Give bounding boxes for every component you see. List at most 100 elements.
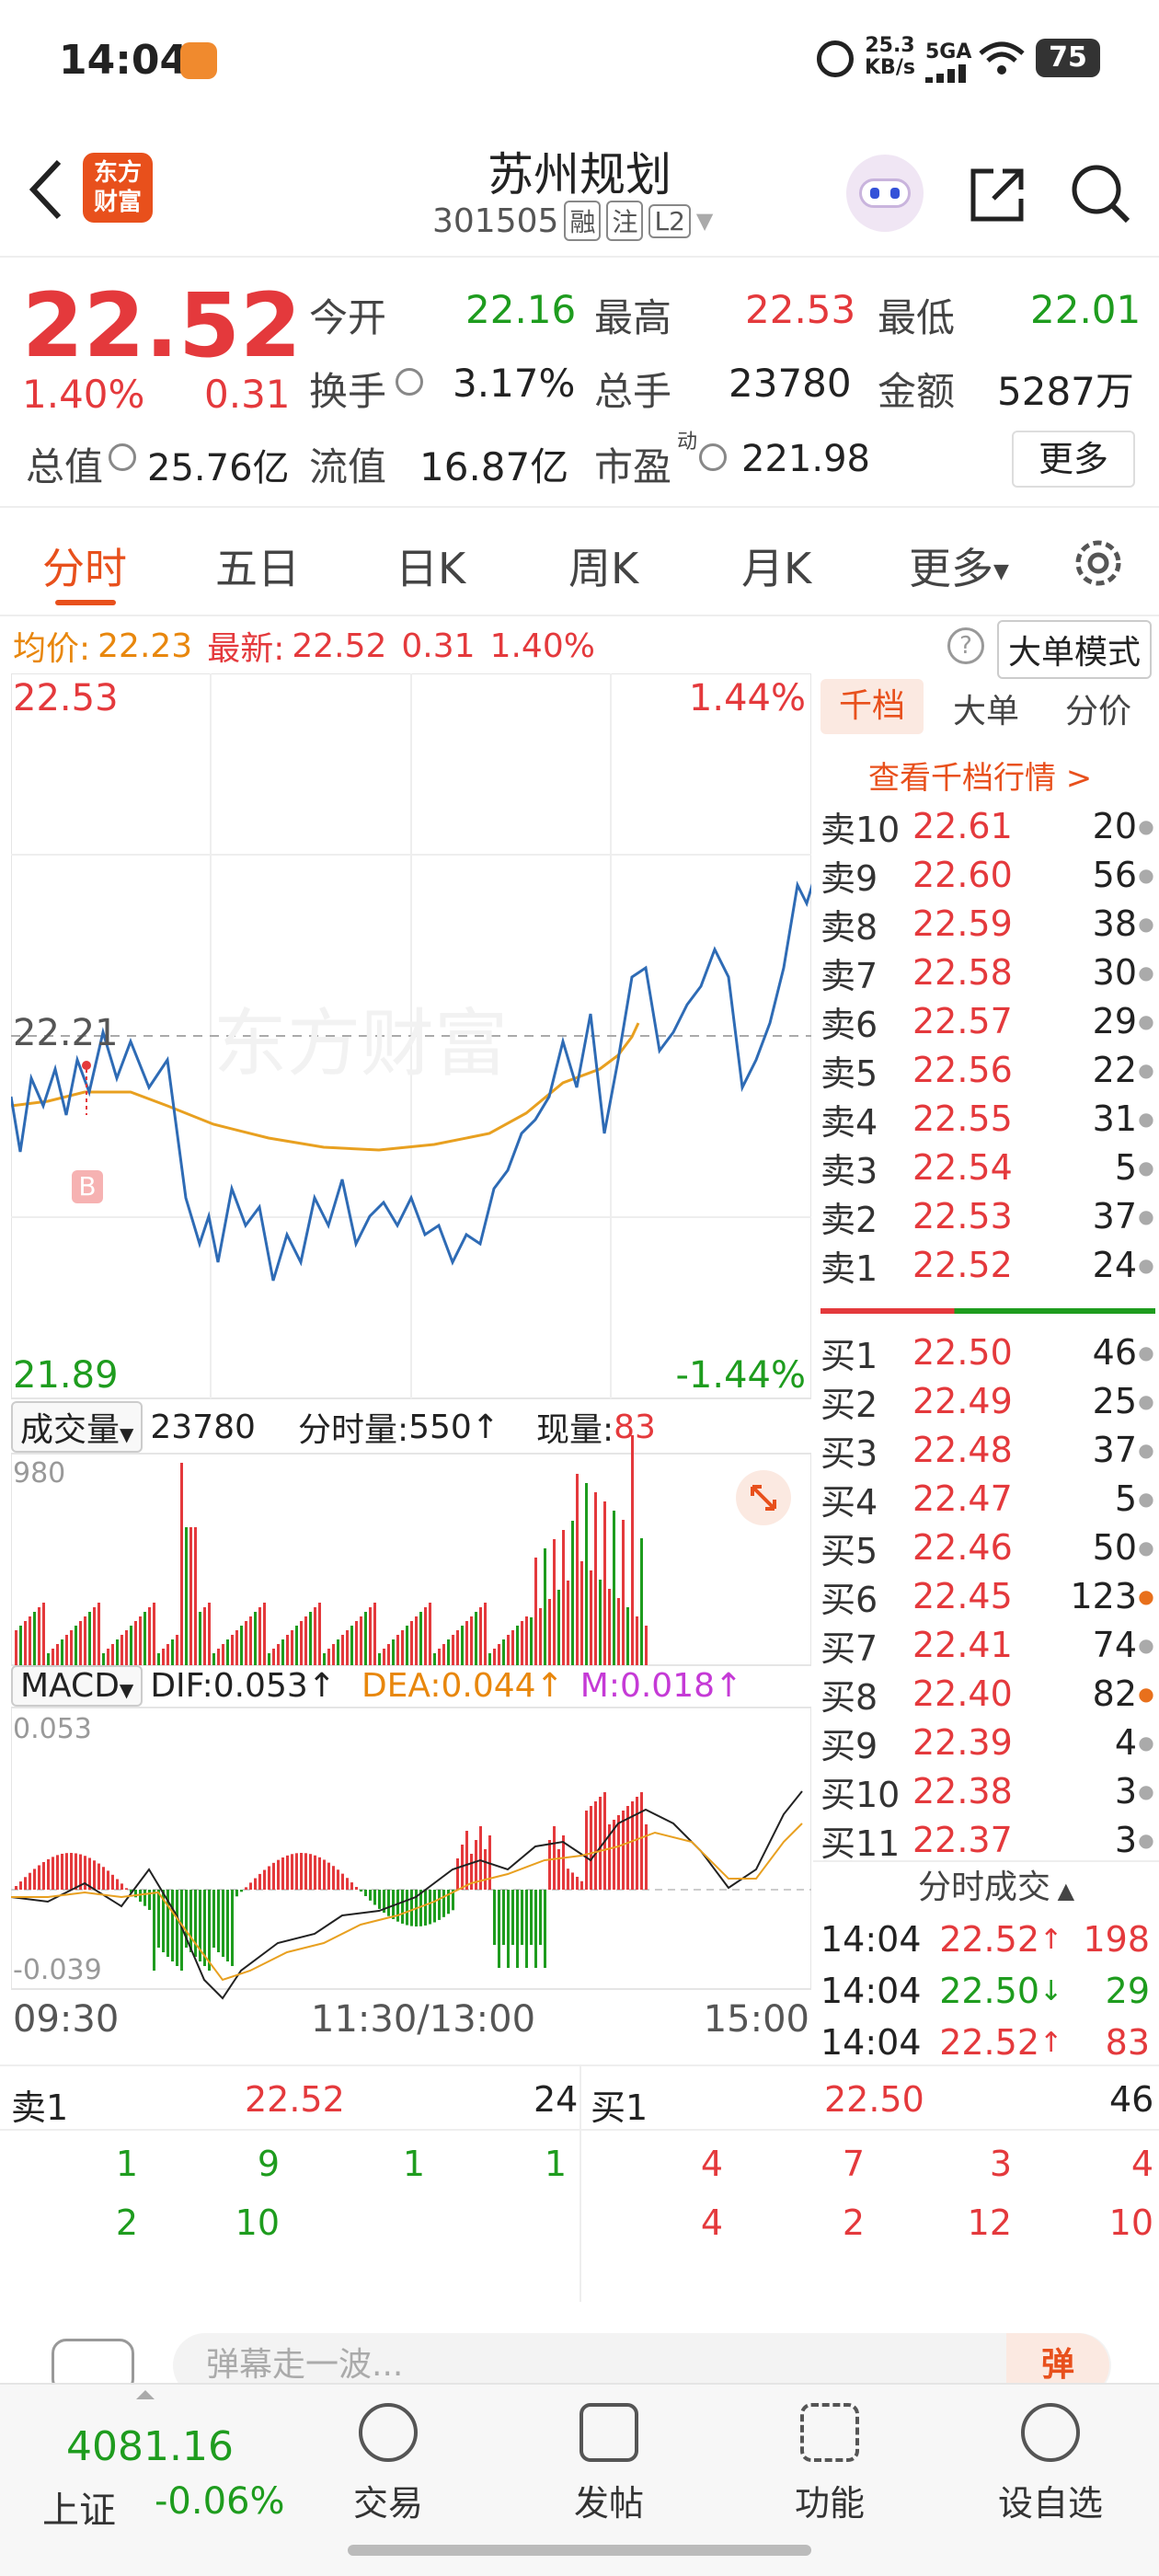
bid-level-row[interactable]: 买1 22.50 46 ● — [820, 1328, 1155, 1376]
expand-icon[interactable] — [736, 1470, 791, 1525]
bid-level-row[interactable]: 买8 22.40 82 ● — [820, 1670, 1155, 1718]
level-volume: 50 — [1092, 1527, 1137, 1568]
volume-bar — [309, 1612, 312, 1665]
volume-bar — [189, 1527, 192, 1665]
tab-weekly-k[interactable]: 周K — [568, 535, 638, 596]
tab-intraday[interactable]: 分时 — [42, 535, 127, 596]
trade-tick-row: 14:04 22.52 ↑ 198 — [820, 1915, 1155, 1963]
volume-selector[interactable]: 成交量▼ — [11, 1401, 143, 1453]
volume-bar — [392, 1639, 395, 1665]
volume-bar — [116, 1639, 119, 1665]
bid-level-row[interactable]: 买9 22.39 4 ● — [820, 1719, 1155, 1766]
volume-bar — [203, 1607, 206, 1665]
bid-level-row[interactable]: 买5 22.46 50 ● — [820, 1524, 1155, 1571]
macd-bar — [521, 1890, 523, 1945]
ask-level-row[interactable]: 卖6 22.57 29 ● — [820, 997, 1155, 1045]
index-name[interactable]: 上证 — [42, 2480, 116, 2534]
current-volume-label: 现量: — [535, 1411, 614, 1449]
macd-bar — [337, 1869, 339, 1890]
level-dot-icon: ● — [1138, 815, 1154, 837]
ask-level-row[interactable]: 卖2 22.53 37 ● — [820, 1192, 1155, 1240]
tab-five-day[interactable]: 五日 — [215, 535, 300, 596]
tab-monthly-k[interactable]: 月K — [741, 535, 811, 596]
index-value[interactable]: 4081.16 — [66, 2423, 234, 2470]
avg-value: 22.23 — [98, 627, 193, 665]
level-price: 22.37 — [912, 1820, 1013, 1860]
info-icon[interactable] — [109, 443, 136, 471]
view-levels-link[interactable]: 查看千档行情 > — [868, 753, 1092, 798]
tab-daily-k[interactable]: 日K — [396, 535, 465, 596]
tick-volume: 198 — [1083, 1919, 1150, 1960]
settings-gear-icon[interactable] — [1071, 535, 1126, 591]
assistant-robot-icon[interactable] — [846, 155, 924, 232]
trades-title[interactable]: 分时成交 ▲ — [918, 1860, 1074, 1908]
nav-post[interactable]: 发帖 — [535, 2403, 683, 2525]
tab-big-orders[interactable]: 大单 — [953, 684, 1019, 732]
volume-bar — [125, 1630, 128, 1665]
level-price: 22.54 — [912, 1147, 1013, 1188]
ask-level-row[interactable]: 卖4 22.55 31 ● — [820, 1095, 1155, 1143]
tab-more[interactable]: 更多▼ — [909, 535, 1009, 596]
macd-bar — [70, 1853, 73, 1890]
more-button[interactable]: 更多 — [1012, 431, 1135, 488]
macd-bar — [585, 1811, 588, 1890]
ask-level-row[interactable]: 卖10 22.61 20 ● — [820, 802, 1155, 850]
ask-level-row[interactable]: 卖8 22.59 38 ● — [820, 900, 1155, 948]
bid-level-row[interactable]: 买4 22.47 5 ● — [820, 1475, 1155, 1523]
ask-level-row[interactable]: 卖1 22.52 24 ● — [820, 1241, 1155, 1289]
share-icon[interactable] — [966, 162, 1030, 226]
macd-bar — [286, 1855, 289, 1890]
volume-bar — [84, 1616, 86, 1665]
volume-bar — [19, 1626, 22, 1665]
help-icon[interactable]: ? — [947, 627, 984, 664]
bid-level-row[interactable]: 买10 22.38 3 ● — [820, 1767, 1155, 1815]
nav-trade[interactable]: 交易 — [315, 2403, 462, 2525]
bid-level-row[interactable]: 买3 22.48 37 ● — [820, 1426, 1155, 1474]
macd-bar — [98, 1863, 100, 1890]
tab-thousand-levels[interactable]: 千档 — [820, 679, 924, 734]
volume-bar — [245, 1621, 247, 1665]
volume-bar — [613, 1511, 615, 1665]
level-dot-icon: ● — [1138, 1780, 1154, 1802]
macd-selector[interactable]: MACD▼ — [11, 1664, 143, 1707]
level-price: 22.57 — [912, 1001, 1013, 1041]
stock-code-row[interactable]: 301505 融 注 L2 ▼ — [432, 201, 713, 241]
search-icon[interactable] — [1067, 160, 1133, 226]
tick-volume: 83 — [1105, 2022, 1150, 2063]
index-change[interactable]: -0.06% — [155, 2480, 285, 2523]
bid-level-row[interactable]: 买2 22.49 25 ● — [820, 1377, 1155, 1425]
volume-bar — [594, 1492, 597, 1665]
big-order-mode-button[interactable]: 大单模式 — [997, 620, 1153, 679]
tick-price: 22.52 — [939, 2022, 1039, 2063]
volume-bar — [603, 1501, 606, 1665]
volume-bar — [24, 1621, 27, 1665]
volume-bar — [360, 1616, 362, 1665]
volume-bar — [576, 1474, 579, 1665]
nav-add-watchlist[interactable]: 设自选 — [977, 2403, 1124, 2525]
back-icon[interactable] — [18, 153, 74, 226]
volume-bar — [364, 1612, 367, 1665]
level-price: 22.40 — [912, 1673, 1013, 1714]
info-icon[interactable] — [699, 443, 727, 471]
eastmoney-logo[interactable]: 东方 财富 — [83, 153, 153, 223]
volume-bar — [470, 1616, 473, 1665]
ask-level-row[interactable]: 卖3 22.54 5 ● — [820, 1144, 1155, 1191]
ask-level-row[interactable]: 卖9 22.60 56 ● — [820, 851, 1155, 899]
level-volume: 24 — [1092, 1245, 1137, 1285]
buy-marker[interactable]: B — [72, 1170, 103, 1203]
tab-price-dist[interactable]: 分价 — [1065, 684, 1131, 732]
intraday-chart[interactable]: 东方财富 22.53 1.44% 22.21 21.89 -1.44% B 成交… — [9, 673, 896, 2064]
bid-level-row[interactable]: 买6 22.45 123 ● — [820, 1572, 1155, 1620]
ask-level-row[interactable]: 卖7 22.58 30 ● — [820, 949, 1155, 996]
volume-bar — [291, 1630, 293, 1665]
bottom-nav: 4081.16 上证 -0.06% 交易 发帖 功能 设自选 — [0, 2383, 1159, 2576]
ask-level-row[interactable]: 卖5 22.56 22 ● — [820, 1046, 1155, 1094]
bid-level-row[interactable]: 买11 22.37 3 ● — [820, 1816, 1155, 1864]
level-price: 22.52 — [912, 1245, 1013, 1285]
macd-bar — [245, 1887, 247, 1890]
macd-bar — [346, 1878, 349, 1890]
bid-level-row[interactable]: 买7 22.41 74 ● — [820, 1621, 1155, 1669]
info-icon[interactable] — [396, 368, 423, 396]
volume-bar — [608, 1589, 611, 1665]
nav-functions[interactable]: 功能 — [756, 2403, 903, 2525]
